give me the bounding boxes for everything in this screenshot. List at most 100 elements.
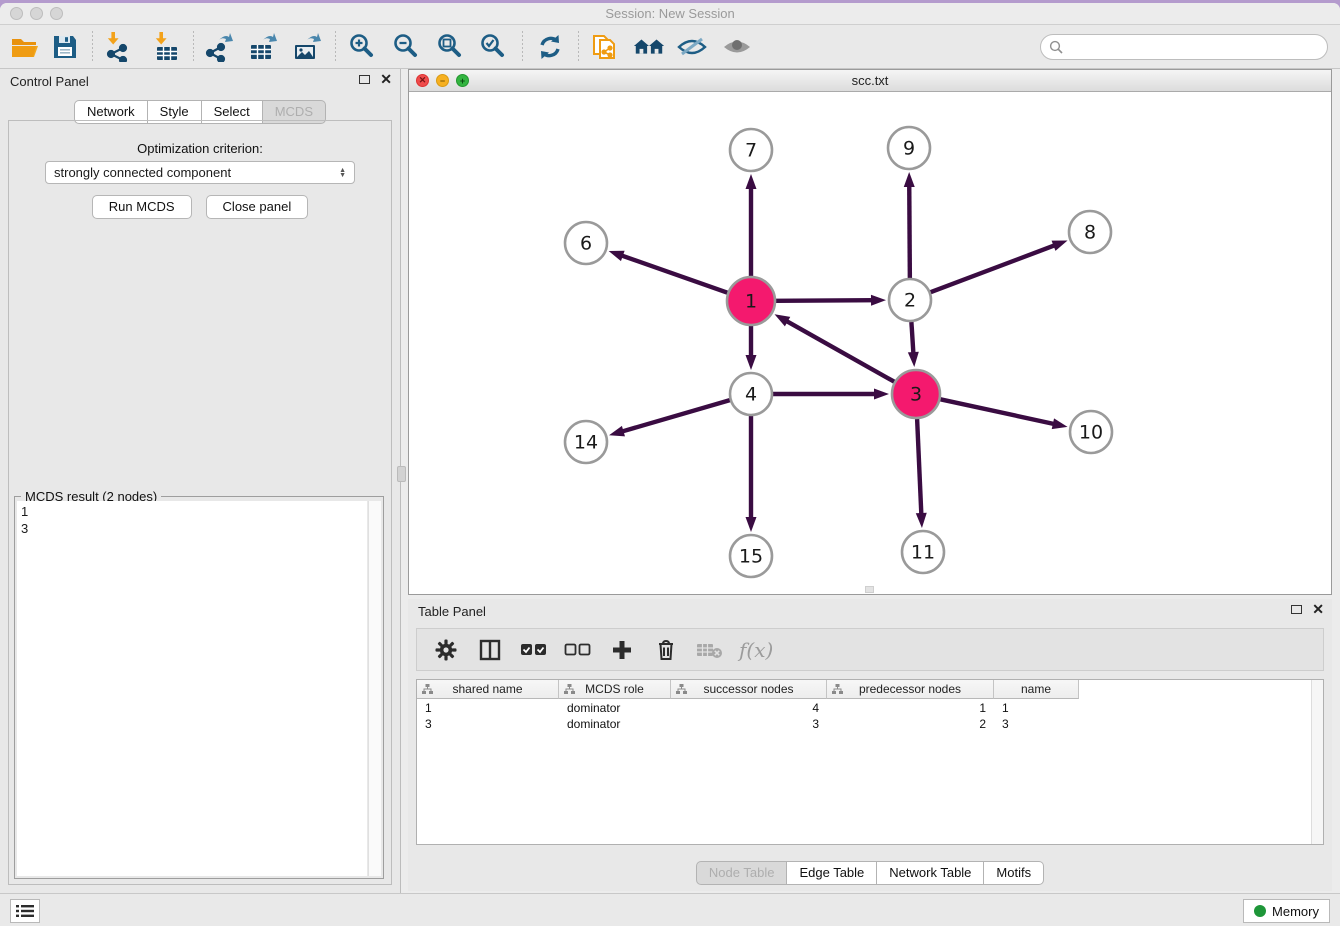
column-header-predecessor-nodes[interactable]: predecessor nodes [827,680,994,699]
table-cell[interactable]: 3 [671,716,827,732]
edge-2-3[interactable] [911,322,913,355]
search-field[interactable] [1040,34,1328,60]
function-builder-icon-disabled: f(x) [739,638,773,662]
close-panel-button[interactable]: Close panel [206,195,309,219]
arrowhead-4-14 [609,426,625,437]
memory-button[interactable]: Memory [1243,899,1330,923]
show-all-networks-icon[interactable] [632,32,666,62]
import-network-icon[interactable] [101,32,135,62]
refresh-view-icon[interactable] [533,32,567,62]
run-mcds-button[interactable]: Run MCDS [92,195,192,219]
node-label-10: 10 [1079,422,1103,444]
deselect-all-columns-icon[interactable] [563,635,593,665]
toolbar-separator [578,31,579,63]
arrowhead-4-15 [746,517,757,532]
edge-2-9[interactable] [909,184,910,278]
table-cell[interactable]: 3 [994,716,1079,732]
add-column-icon[interactable] [607,635,637,665]
list-icon [16,904,34,918]
toolbar-separator [522,31,523,63]
export-table-icon[interactable] [245,32,279,62]
network-view-window: ✕ − + scc.txt 7968124314101511 [408,69,1332,595]
column-header-name[interactable]: name [994,680,1079,699]
column-type-icon [832,684,843,695]
table-tabs: Node TableEdge TableNetwork TableMotifs [408,861,1332,885]
close-table-panel-icon[interactable]: ✕ [1312,604,1324,614]
node-label-7: 7 [745,140,757,162]
network-canvas[interactable]: 7968124314101511 [409,92,1331,594]
task-history-button[interactable] [10,899,40,923]
table-cell[interactable]: 1 [827,700,994,716]
table-panel-title: Table Panel [418,604,486,619]
edge-3-1[interactable] [785,320,894,382]
edge-1-2[interactable] [776,300,874,301]
arrowhead-3-11 [916,513,927,528]
arrowhead-3-10 [1052,418,1068,429]
panel-splitter-handle[interactable] [397,466,406,482]
optimization-criterion-select[interactable]: strongly connected component ▲▼ [45,161,355,184]
tab-edge-table[interactable]: Edge Table [787,861,877,885]
toolbar-separator [193,31,194,63]
table-cell[interactable]: 2 [827,716,994,732]
column-header-successor-nodes[interactable]: successor nodes [671,680,827,699]
table-row[interactable]: 3dominator323 [417,716,1079,732]
arrowhead-2-8 [1052,240,1068,250]
close-panel-icon[interactable]: ✕ [380,74,392,84]
node-label-14: 14 [574,432,598,454]
node-table-scrollbar[interactable] [1311,680,1323,844]
table-row[interactable]: 1dominator411 [417,700,1079,716]
mcds-result-text[interactable]: 1 3 [17,501,367,876]
edge-1-6[interactable] [620,255,727,293]
clone-network-icon[interactable] [588,32,622,62]
delete-column-trash-icon[interactable] [651,635,681,665]
tab-network-table[interactable]: Network Table [877,861,984,885]
import-table-icon[interactable] [149,32,183,62]
search-input[interactable] [1063,40,1327,55]
network-graph: 7968124314101511 [409,92,1331,594]
node-label-8: 8 [1084,222,1096,244]
open-session-icon[interactable] [8,32,42,62]
edge-2-8[interactable] [931,245,1057,293]
select-all-columns-icon[interactable] [519,635,549,665]
node-label-1: 1 [745,291,757,313]
delete-table-icon-disabled [695,635,725,665]
application-window: Session: New Session [0,3,1340,926]
node-label-6: 6 [580,233,592,255]
tab-motifs[interactable]: Motifs [984,861,1044,885]
table-settings-gear-icon[interactable] [431,635,461,665]
selected-option: strongly connected component [54,165,339,180]
mcds-result-scrollbar[interactable] [368,501,381,876]
canvas-resize-handle[interactable] [865,586,874,593]
export-image-icon[interactable] [289,32,323,62]
memory-label: Memory [1272,904,1319,919]
table-cell[interactable]: 3 [417,716,559,732]
edge-3-11[interactable] [917,419,921,516]
float-panel-icon[interactable] [359,75,370,84]
tab-node-table[interactable]: Node Table [696,861,788,885]
select-stepper-icon: ▲▼ [339,168,346,178]
zoom-in-icon[interactable] [345,32,379,62]
node-label-2: 2 [904,290,916,312]
table-panel-header: Table Panel ✕ [408,599,1332,625]
zoom-fit-icon[interactable] [433,32,467,62]
zoom-selected-icon[interactable] [476,32,510,62]
save-session-icon[interactable] [48,32,82,62]
table-cell[interactable]: dominator [559,700,671,716]
hide-selected-icon[interactable] [675,32,709,62]
node-table-header: shared nameMCDS rolesuccessor nodesprede… [417,680,1079,699]
show-selected-icon[interactable] [720,32,754,62]
float-table-panel-icon[interactable] [1291,605,1302,614]
column-header-MCDS-role[interactable]: MCDS role [559,680,671,699]
network-view-title: scc.txt [409,73,1331,88]
table-cell[interactable]: 1 [417,700,559,716]
column-header-shared-name[interactable]: shared name [417,680,559,699]
zoom-out-icon[interactable] [389,32,423,62]
edge-4-14[interactable] [621,400,730,432]
table-cell[interactable]: 1 [994,700,1079,716]
export-network-icon[interactable] [201,32,235,62]
column-layout-icon[interactable] [475,635,505,665]
table-cell[interactable]: dominator [559,716,671,732]
table-cell[interactable]: 4 [671,700,827,716]
network-view-titlebar[interactable]: ✕ − + scc.txt [409,70,1331,92]
edge-3-10[interactable] [940,399,1055,424]
